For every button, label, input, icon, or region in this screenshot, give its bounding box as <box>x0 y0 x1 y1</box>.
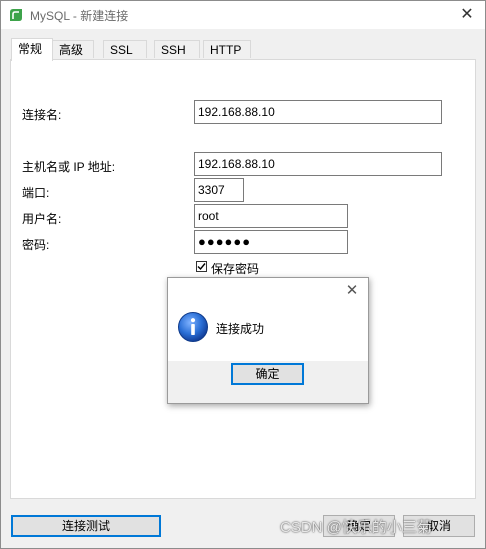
navicat-leaf-icon <box>10 9 22 21</box>
message-dialog-titlebar[interactable]: ✕ <box>168 278 368 305</box>
message-text: 连接成功 <box>216 322 265 336</box>
ok-button[interactable]: 确定 <box>323 515 395 537</box>
tab-ssh[interactable]: SSH <box>154 40 200 58</box>
test-connection-button[interactable]: 连接测试 <box>11 515 161 537</box>
username-label: 用户名: <box>22 212 62 226</box>
connection-name-label: 连接名: <box>22 108 62 122</box>
port-input[interactable]: 3307 <box>194 178 244 202</box>
title-bar[interactable]: MySQL - 新建连接 ✕ <box>1 1 485 29</box>
tab-advanced[interactable]: 高级 <box>52 40 94 58</box>
connection-window: MySQL - 新建连接 ✕ 常规 高级 SSL SSH HTTP 连接名: 1… <box>0 0 486 549</box>
save-password-label: 保存密码 <box>211 262 260 276</box>
tab-ssl[interactable]: SSL <box>103 40 147 58</box>
window-title: MySQL - 新建连接 <box>30 9 129 23</box>
save-password-checkbox[interactable] <box>196 261 207 272</box>
tab-http[interactable]: HTTP <box>203 40 251 58</box>
checkmark-icon <box>197 263 206 271</box>
host-input[interactable]: 192.168.88.10 <box>194 152 442 176</box>
password-label: 密码: <box>22 238 50 252</box>
info-icon <box>178 312 208 342</box>
host-label: 主机名或 IP 地址: <box>22 160 116 174</box>
username-input[interactable]: root <box>194 204 348 228</box>
close-icon[interactable]: ✕ <box>457 5 477 25</box>
port-label: 端口: <box>22 186 50 200</box>
cancel-button[interactable]: 取消 <box>403 515 475 537</box>
close-icon[interactable]: ✕ <box>342 281 362 301</box>
message-dialog: ✕ 连接成功 确定 <box>167 277 369 404</box>
password-input[interactable]: ●●●●●● <box>194 230 348 254</box>
tab-general[interactable]: 常规 <box>11 38 53 61</box>
message-ok-button[interactable]: 确定 <box>231 363 304 385</box>
connection-name-input[interactable]: 192.168.88.10 <box>194 100 442 124</box>
